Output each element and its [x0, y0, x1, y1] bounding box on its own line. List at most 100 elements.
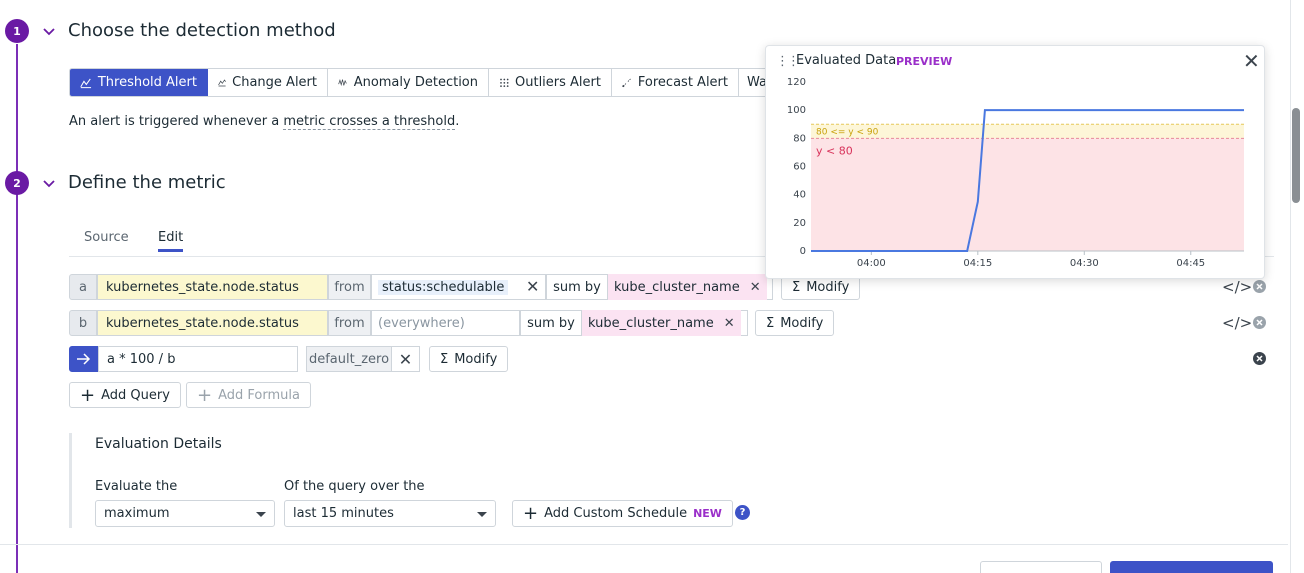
tab-edit[interactable]: Edit [158, 230, 184, 252]
step-rail [16, 44, 18, 573]
x-tick-label: 04:45 [1176, 258, 1205, 269]
tab-forecast-alert[interactable]: Forecast Alert [612, 69, 739, 96]
from-field-b[interactable]: (everywhere) [371, 310, 520, 336]
anomaly-icon [338, 79, 347, 87]
custom-schedule-label: Add Custom Schedule [544, 506, 688, 521]
alert-threshold-label: y < 80 [816, 144, 853, 157]
remove-query-icon[interactable] [1253, 316, 1266, 329]
metric-input-b[interactable]: kubernetes_state.node.status [97, 310, 328, 336]
group-tag-label: kube_cluster_name [588, 315, 714, 331]
function-remove[interactable]: ✕ [392, 346, 420, 372]
tab-label: Anomaly Detection [353, 75, 478, 90]
tab-label: Change Alert [232, 75, 317, 90]
modify-label: Modify [454, 351, 498, 367]
evaluate-value: maximum [104, 506, 170, 521]
description-link[interactable]: metric crosses a threshold [283, 114, 456, 130]
evaluate-select[interactable]: maximum [95, 500, 275, 527]
from-label-a: from [328, 274, 371, 300]
footer-divider [0, 544, 1288, 545]
x-tick-label: 04:30 [1070, 258, 1099, 269]
tab-label: Outliers Alert [515, 75, 601, 90]
modify-label: Modify [780, 315, 824, 331]
y-tick-label: 60 [793, 162, 806, 173]
plus-icon: + [523, 503, 539, 524]
formula-arrow [69, 346, 98, 372]
tab-outliers-alert[interactable]: Outliers Alert [489, 69, 612, 96]
tab-label: Wa [747, 75, 767, 90]
query-letter-a: a [69, 274, 97, 300]
evaluation-title: Evaluation Details [95, 436, 222, 452]
code-icon[interactable]: </> [1222, 314, 1252, 332]
evaluation-divider [69, 433, 72, 528]
close-icon[interactable]: ✕ [526, 277, 539, 296]
tab-label: Forecast Alert [637, 75, 728, 90]
y-tick-label: 40 [793, 190, 806, 201]
outliers-icon [500, 78, 509, 88]
x-tick-label: 04:00 [857, 258, 886, 269]
sum-by-label-b: sum by [520, 310, 582, 336]
group-tag[interactable]: kube_cluster_name ✕ [608, 274, 767, 300]
caret-down-icon [477, 512, 487, 517]
add-query-button[interactable]: + Add Query [69, 382, 181, 408]
formula-input[interactable]: a * 100 / b [98, 346, 298, 372]
query-letter-b: b [69, 310, 97, 336]
tab-threshold-alert[interactable]: Threshold Alert [70, 69, 208, 96]
code-icon[interactable]: </> [1222, 278, 1252, 296]
metric-input-a[interactable]: kubernetes_state.node.status [97, 274, 328, 300]
group-tag-label: kube_cluster_name [614, 279, 740, 295]
add-custom-schedule-button[interactable]: + Add Custom Schedule NEW [512, 500, 733, 527]
step-title-detection: Choose the detection method [68, 20, 336, 41]
close-icon[interactable]: ✕ [724, 316, 735, 331]
sum-by-field-b[interactable]: kube_cluster_name ✕ [582, 310, 748, 336]
over-value: last 15 minutes [293, 506, 394, 521]
step-number-2: 2 [5, 171, 29, 195]
scrollbar-thumb[interactable] [1292, 108, 1300, 203]
close-icon[interactable]: ✕ [750, 280, 761, 295]
help-icon[interactable]: ? [735, 505, 750, 520]
chevron-down-icon[interactable] [41, 176, 57, 192]
from-field-a[interactable]: status:schedulable ✕ [371, 274, 546, 300]
sigma-icon: Σ [440, 351, 449, 367]
modify-button-b[interactable]: Σ Modify [755, 310, 835, 336]
remove-formula-icon[interactable] [1253, 352, 1266, 365]
warning-threshold-label: 80 <= y < 90 [816, 127, 879, 137]
over-select[interactable]: last 15 minutes [284, 500, 496, 527]
sum-by-label-a: sum by [546, 274, 608, 300]
description-suffix: . [455, 114, 460, 129]
chevron-down-icon[interactable] [41, 24, 57, 40]
footer-primary-button[interactable] [1110, 561, 1273, 573]
tab-change-alert[interactable]: Change Alert [208, 69, 328, 96]
add-formula-button[interactable]: + Add Formula [186, 382, 311, 408]
remove-query-icon[interactable] [1253, 280, 1266, 293]
description-text: An alert is triggered whenever a [69, 114, 284, 129]
arrow-right-icon [77, 353, 91, 365]
change-icon [218, 79, 226, 87]
y-tick-label: 120 [787, 77, 806, 88]
detection-description: An alert is triggered whenever a metric … [69, 114, 460, 130]
footer-secondary-button[interactable] [980, 561, 1102, 573]
sigma-icon: Σ [792, 279, 801, 295]
threshold-icon [80, 78, 92, 89]
forecast-icon [622, 78, 631, 88]
close-icon[interactable]: ✕ [399, 350, 412, 369]
tab-source[interactable]: Source [84, 230, 129, 245]
caret-down-icon [256, 512, 266, 517]
x-tick-label: 04:15 [963, 258, 992, 269]
filter-tag[interactable]: status:schedulable [378, 279, 509, 295]
sum-by-field-a[interactable]: kube_cluster_name ✕ [608, 274, 773, 300]
group-tag[interactable]: kube_cluster_name ✕ [582, 310, 741, 336]
over-label: Of the query over the [284, 479, 425, 494]
function-tag[interactable]: default_zero [306, 346, 392, 372]
new-badge: NEW [693, 507, 722, 520]
evaluated-data-popup: ⋮⋮ Evaluated Data PREVIEW ✕ 80 <= y < 90… [765, 45, 1265, 279]
modify-button-formula[interactable]: Σ Modify [429, 346, 509, 372]
step-number-1: 1 [5, 19, 29, 43]
modify-label: Modify [806, 279, 850, 295]
from-label-b: from [328, 310, 371, 336]
y-tick-label: 100 [787, 105, 806, 116]
tab-anomaly-detection[interactable]: Anomaly Detection [328, 69, 489, 96]
tab-label: Threshold Alert [97, 75, 197, 90]
step-title-metric: Define the metric [68, 172, 226, 193]
plus-icon: + [197, 384, 213, 406]
evaluate-label: Evaluate the [95, 479, 178, 494]
